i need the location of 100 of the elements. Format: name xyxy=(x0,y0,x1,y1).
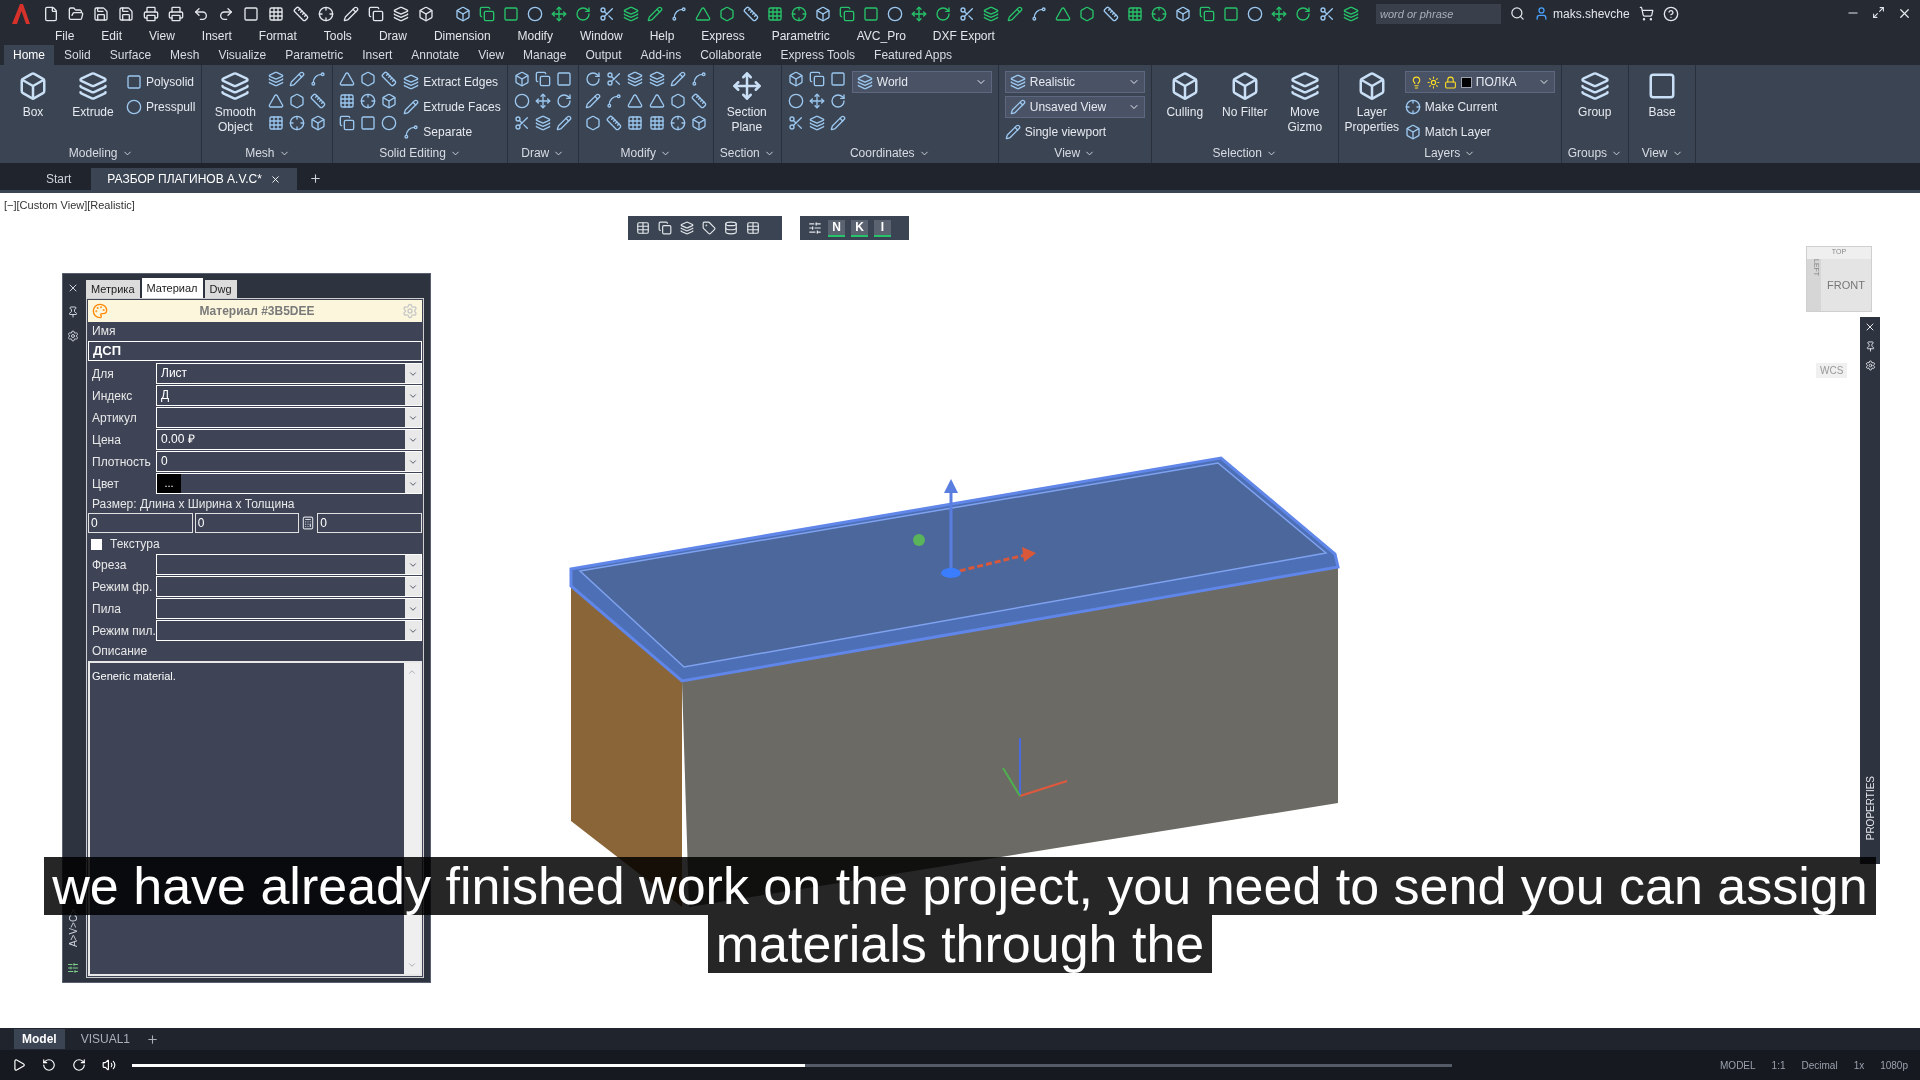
toolbar-icon[interactable] xyxy=(243,5,259,22)
panel-title[interactable]: Draw xyxy=(521,144,550,162)
panel-title[interactable]: View xyxy=(1054,144,1081,162)
toolbar-icon[interactable] xyxy=(293,5,309,22)
layout-tab[interactable]: VISUAL1 xyxy=(72,1029,139,1049)
menu-item[interactable]: Dimension xyxy=(433,27,491,45)
copy-icon[interactable] xyxy=(339,115,356,131)
pencil-icon[interactable] xyxy=(289,71,306,87)
triangle-icon[interactable] xyxy=(626,93,643,109)
panel-title[interactable]: Groups xyxy=(1567,144,1608,162)
color-swatch-button[interactable]: ... xyxy=(157,474,181,493)
square-icon[interactable] xyxy=(126,74,142,90)
grid-icon[interactable] xyxy=(767,5,783,22)
hexagon-icon[interactable] xyxy=(719,5,735,22)
add-layout-icon[interactable] xyxy=(146,1032,160,1046)
pencil-icon[interactable] xyxy=(555,115,572,131)
spline-icon[interactable] xyxy=(1031,5,1047,22)
circle-icon[interactable] xyxy=(527,5,543,22)
toolbar-icon[interactable] xyxy=(658,221,672,235)
move-icon[interactable] xyxy=(911,5,927,22)
layer-dropdown[interactable]: ПОЛКА xyxy=(1404,71,1555,93)
rotate-icon[interactable] xyxy=(935,5,951,22)
search-icon[interactable] xyxy=(1510,6,1525,21)
layers-icon[interactable] xyxy=(268,71,285,87)
ribbon-tab[interactable]: Solid xyxy=(55,45,100,65)
restore-icon[interactable] xyxy=(1872,6,1885,19)
progress-track[interactable] xyxy=(132,1063,1452,1067)
toolbar-icon[interactable] xyxy=(680,221,694,235)
panel-title[interactable]: Selection xyxy=(1212,144,1262,162)
ruler-icon[interactable] xyxy=(605,115,622,131)
ribbon-small-button[interactable]: Polysolid xyxy=(126,71,196,93)
ruler-icon[interactable] xyxy=(743,5,759,22)
status-text[interactable]: 1x xyxy=(1853,1057,1865,1073)
letter-button[interactable]: N xyxy=(828,219,845,237)
square-icon[interactable] xyxy=(1223,5,1239,22)
cube-icon[interactable] xyxy=(513,71,530,87)
toolbar-icon[interactable] xyxy=(168,5,184,22)
menu-item[interactable]: Tools xyxy=(323,27,352,45)
texture-checkbox[interactable] xyxy=(91,538,102,550)
circle-icon[interactable] xyxy=(887,5,903,22)
crosshair-icon[interactable] xyxy=(289,115,306,131)
toolbar-icon[interactable] xyxy=(118,5,134,22)
scissors-icon[interactable] xyxy=(959,5,975,22)
cart-icon[interactable] xyxy=(1638,6,1654,21)
cube-icon[interactable] xyxy=(1404,124,1421,140)
letter-button[interactable]: I xyxy=(874,219,891,237)
settings-icon[interactable] xyxy=(67,330,79,342)
toolbar-icon[interactable] xyxy=(418,5,434,22)
circle-icon[interactable] xyxy=(787,93,804,109)
close-icon[interactable] xyxy=(67,282,79,294)
hexagon-icon[interactable] xyxy=(669,93,686,109)
copy-icon[interactable] xyxy=(479,5,495,22)
rotate-icon[interactable] xyxy=(555,93,572,109)
layers-icon[interactable] xyxy=(983,5,999,22)
description-text[interactable]: Generic material. xyxy=(90,670,176,682)
triangle-icon[interactable] xyxy=(339,71,356,87)
circle-icon[interactable] xyxy=(381,115,398,131)
square-icon[interactable] xyxy=(863,5,879,22)
ribbon-tab[interactable]: Add-ins xyxy=(631,45,691,65)
ribbon-small-button[interactable]: Make Current xyxy=(1404,96,1555,118)
ribbon-tab[interactable]: Output xyxy=(576,45,631,65)
toolbar-icon[interactable] xyxy=(636,221,650,235)
grid-icon[interactable] xyxy=(1127,5,1143,22)
menu-item[interactable]: Help xyxy=(649,27,675,45)
name-field[interactable]: ДСП xyxy=(88,341,422,361)
spline-icon[interactable] xyxy=(605,93,622,109)
ribbon-small-button[interactable]: Separate xyxy=(403,121,501,143)
square-icon[interactable] xyxy=(360,115,377,131)
ribbon-large-button[interactable]: Extrude xyxy=(66,71,120,120)
layers-icon[interactable] xyxy=(1009,74,1026,90)
menu-item[interactable]: Express xyxy=(701,27,745,45)
crosshair-icon[interactable] xyxy=(360,93,377,109)
ribbon-large-button[interactable]: No Filter xyxy=(1217,71,1272,120)
pencil-icon[interactable] xyxy=(647,5,663,22)
panel-title[interactable]: Mesh xyxy=(245,144,275,162)
ribbon-small-button[interactable]: Single viewport xyxy=(1004,121,1145,143)
pencil-icon[interactable] xyxy=(669,71,686,87)
hexagon-icon[interactable] xyxy=(289,93,306,109)
ribbon-large-button[interactable]: Smooth Object xyxy=(208,71,263,135)
close-icon[interactable] xyxy=(1897,6,1912,21)
scissors-icon[interactable] xyxy=(605,71,622,87)
copy-icon[interactable] xyxy=(1199,5,1215,22)
move-icon[interactable] xyxy=(551,5,567,22)
dropdown-field[interactable] xyxy=(156,598,422,619)
dropdown-field[interactable] xyxy=(156,554,422,575)
ribbon-tab[interactable]: Surface xyxy=(100,45,161,65)
sliders-icon[interactable] xyxy=(67,962,79,974)
spline-icon[interactable] xyxy=(671,5,687,22)
close-icon[interactable] xyxy=(1864,321,1876,333)
triangle-icon[interactable] xyxy=(695,5,711,22)
toolbar-icon[interactable] xyxy=(746,221,760,235)
panel-title[interactable]: View xyxy=(1641,144,1668,162)
cube-icon[interactable] xyxy=(690,115,707,131)
layers-icon[interactable] xyxy=(648,71,665,87)
toolbar-icon[interactable] xyxy=(318,5,334,22)
ribbon-dropdown[interactable]: Unsaved View xyxy=(1004,96,1145,118)
dropdown-field[interactable]: Лист xyxy=(156,363,422,384)
grid-icon[interactable] xyxy=(648,115,665,131)
ribbon-dropdown[interactable]: World xyxy=(851,71,992,93)
scissors-icon[interactable] xyxy=(513,115,530,131)
